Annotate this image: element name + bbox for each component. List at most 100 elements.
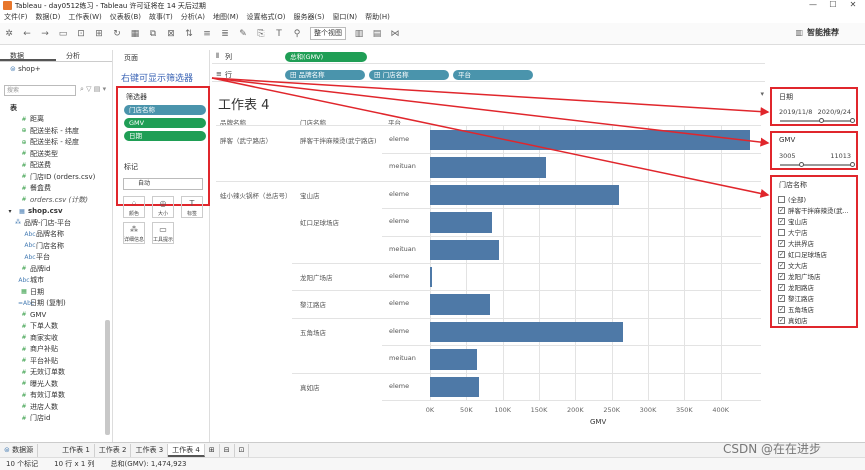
filter-pill-gmv[interactable]: GMV (124, 118, 206, 128)
field-item[interactable]: ⊕ 配送坐标 - 纬度 (0, 125, 113, 137)
field-item[interactable]: # 进店人数 (0, 401, 113, 413)
checkbox[interactable]: ✓ (778, 305, 785, 313)
menu-item-4[interactable]: 故事(T) (149, 12, 173, 22)
menu-item-9[interactable]: 窗口(N) (332, 12, 357, 22)
checkbox[interactable]: ✓ (778, 239, 785, 247)
date-slider-handle-end[interactable] (850, 118, 855, 123)
tooltip-button[interactable]: ▭ 工具提示 (152, 222, 174, 244)
store-label[interactable]: 龙阳广场店 (300, 272, 333, 282)
field-item[interactable]: # 商家实收 (0, 332, 113, 344)
tab-analytics[interactable]: 分析 (56, 50, 112, 61)
bar-5[interactable] (430, 267, 433, 288)
menu-item-0[interactable]: 文件(F) (4, 12, 28, 22)
field-item[interactable]: Abc 门店名称 (0, 240, 113, 252)
field-item[interactable]: # 平台补贴 (0, 355, 113, 367)
platform-label[interactable]: eleme (389, 190, 409, 198)
field-item[interactable]: # 距离 (0, 114, 113, 126)
sort-asc-icon[interactable]: ≡ (201, 28, 213, 40)
columns-pill-gmv[interactable]: 总和(GMV) (285, 52, 367, 62)
menu-item-1[interactable]: 数据(D) (36, 12, 61, 22)
chevron-down-icon[interactable]: ▾ (760, 90, 764, 98)
store-checkbox-item[interactable]: ✓ 真如店 (778, 315, 856, 325)
field-item[interactable]: Abc 平台 (0, 252, 113, 264)
checkbox[interactable] (778, 228, 785, 236)
store-checkbox-item[interactable]: ✓ 文大店 (778, 260, 856, 270)
save-icon[interactable]: ▭ (57, 28, 69, 40)
rows-pill-store[interactable]: 田 门店名称 (369, 70, 449, 80)
refresh-icon[interactable]: ↻ (111, 28, 123, 40)
gmv-slider-handle[interactable] (799, 162, 804, 167)
color-button[interactable]: ⁘ 颜色 (123, 196, 145, 218)
gmv-slider-handle-end[interactable] (850, 162, 855, 167)
menu-item-10[interactable]: 帮助(H) (365, 12, 390, 22)
store-checkbox-item[interactable]: ✓ 龙阳路店 (778, 282, 856, 292)
tab-sheet-1[interactable]: 工作表 1 (58, 443, 95, 457)
group-icon[interactable]: ⎘ (255, 28, 267, 40)
duplicate-sheet-icon[interactable]: ⧉ (147, 28, 159, 40)
menu-item-2[interactable]: 工作表(W) (68, 12, 101, 22)
store-label[interactable]: 黎江路店 (300, 299, 326, 309)
field-item[interactable]: # 有效订单数 (0, 390, 113, 402)
gmv-filter-max[interactable]: 11013 (830, 152, 851, 160)
show-me-button[interactable]: ▥ 智能推荐 (795, 27, 839, 38)
gmv-filter-min[interactable]: 3005 (779, 152, 796, 160)
store-label[interactable]: 宝山店 (300, 190, 320, 200)
hierarchy-item[interactable]: ⁂ 品牌-门店-平台 (0, 217, 113, 229)
detail-button[interactable]: ⁂ 详细信息 (123, 222, 145, 244)
collapse-icon[interactable]: ▾ (4, 208, 16, 215)
menu-item-6[interactable]: 地图(M) (213, 12, 239, 22)
tab-sheet-3[interactable]: 工作表 3 (131, 443, 169, 457)
pause-updates-icon[interactable]: ⊞ (93, 28, 105, 40)
search-input[interactable]: 搜索 (4, 85, 76, 96)
mark-type-select[interactable]: 自动 (123, 178, 203, 190)
list-view-icon[interactable]: ▤ (94, 85, 101, 93)
field-item[interactable]: ▦ 日期 (0, 286, 113, 298)
field-item[interactable]: # GMV (0, 309, 113, 321)
menu-item-5[interactable]: 分析(A) (181, 12, 205, 22)
rows-pill-brand[interactable]: 田 品牌名称 (285, 70, 365, 80)
store-label[interactable]: 五角场店 (300, 327, 326, 337)
size-button[interactable]: ◎ 大小 (152, 196, 174, 218)
checkbox[interactable]: ✓ (778, 206, 785, 214)
store-checkbox-item[interactable]: ✓ 黎江路店 (778, 293, 856, 303)
field-item[interactable]: # 配送类型 (0, 148, 113, 160)
field-item[interactable]: ⊕ 配送坐标 - 经度 (0, 137, 113, 149)
platform-label[interactable]: meituan (389, 354, 416, 362)
brand-label[interactable]: 胖客（武宁路店） (220, 135, 272, 145)
highlight-icon[interactable]: ✎ (237, 28, 249, 40)
bar-2[interactable] (430, 184, 619, 206)
pin-icon[interactable]: ⚲ (291, 28, 303, 40)
checkbox[interactable]: ✓ (778, 261, 785, 269)
tab-data[interactable]: 数据 (0, 50, 56, 61)
rows-shelf[interactable]: ≡ 行 田 品牌名称 田 门店名称 平台 (212, 68, 765, 82)
store-checkbox-item[interactable]: (全部) (778, 194, 856, 204)
platform-label[interactable]: eleme (389, 135, 409, 143)
filter-pill-date[interactable]: 日期 (124, 131, 206, 141)
menu-item-3[interactable]: 仪表板(B) (110, 12, 141, 22)
filter-pill-store[interactable]: 门店名称 (124, 105, 206, 115)
bar-6[interactable] (430, 294, 491, 315)
search-icon[interactable]: ⌕ (80, 85, 84, 93)
store-checkbox-item[interactable]: ✓ 宝山店 (778, 216, 856, 226)
platform-label[interactable]: eleme (389, 217, 409, 225)
checkbox[interactable]: ✓ (778, 283, 785, 291)
menu-item-8[interactable]: 服务器(S) (294, 12, 325, 22)
bar-0[interactable] (430, 130, 751, 151)
date-slider-track[interactable] (780, 120, 854, 122)
field-item[interactable]: Abc 城市 (0, 275, 113, 287)
field-item[interactable]: # 门店ID (orders.csv) (0, 171, 113, 183)
sort-desc-icon[interactable]: ≣ (219, 28, 231, 40)
store-checkbox-item[interactable]: 大宁店 (778, 227, 856, 237)
tab-sheet-4[interactable]: 工作表 4 (168, 443, 205, 457)
field-item[interactable]: =Abc 日期 (复制) (0, 298, 113, 310)
new-dashboard-icon[interactable]: ⊟ (220, 443, 235, 457)
date-filter-end[interactable]: 2020/9/24 (818, 108, 851, 116)
store-checkbox-item[interactable]: ✓ 五角场店 (778, 304, 856, 314)
new-sheet-icon[interactable]: ⊞ (205, 443, 220, 457)
new-sheet-icon[interactable]: ▦ (129, 28, 141, 40)
field-item[interactable]: # 品牌id (0, 263, 113, 275)
close-icon[interactable]: ✕ (846, 0, 860, 9)
minimize-icon[interactable]: — (806, 0, 820, 9)
new-story-icon[interactable]: ⊡ (235, 443, 250, 457)
brand-label[interactable]: 蛙小辣火锅杯（总店号） (220, 190, 292, 200)
